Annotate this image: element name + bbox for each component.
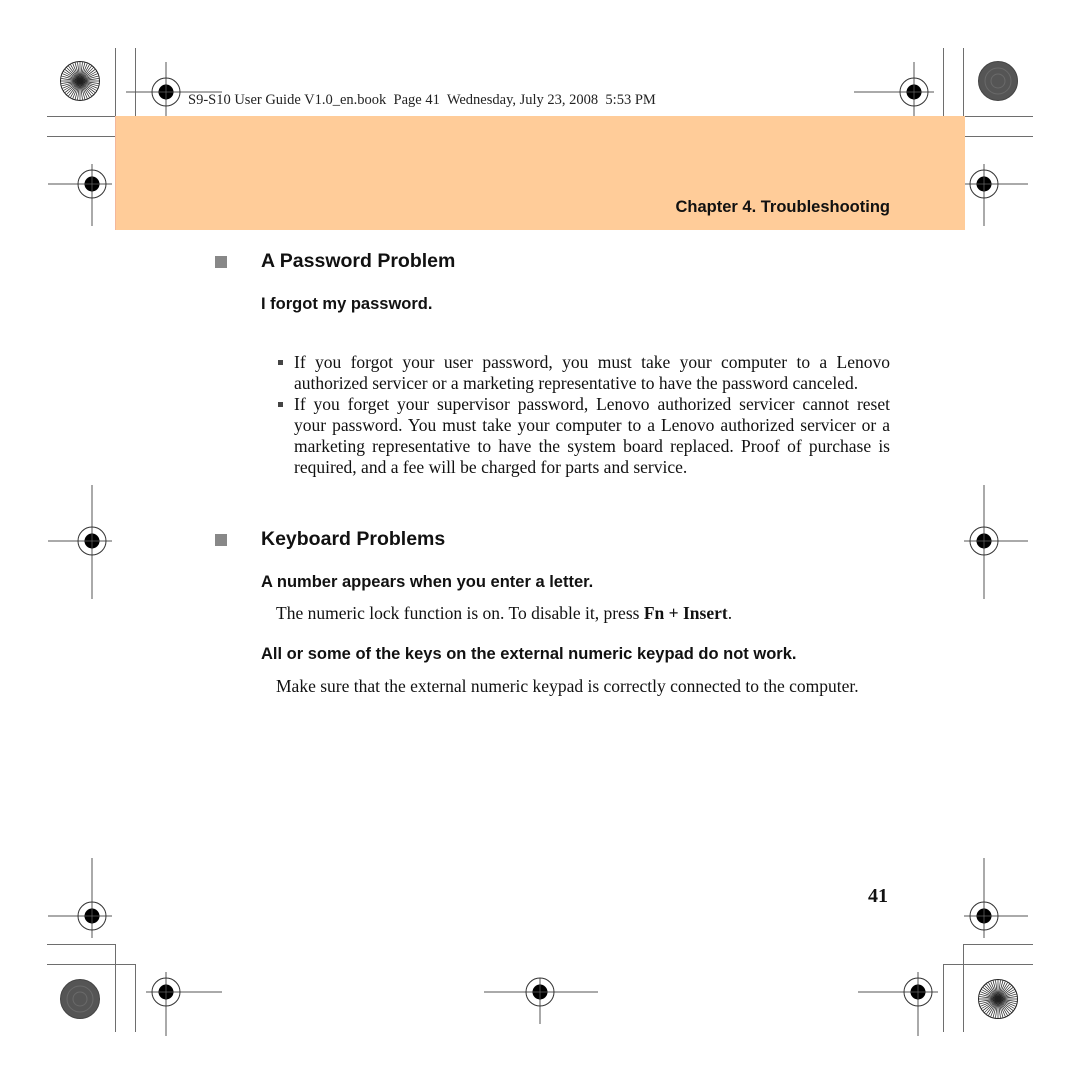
- paragraph-text: The numeric lock function is on. To disa…: [276, 603, 644, 623]
- radial-star-target-icon: [978, 979, 1018, 1019]
- list-item-text: If you forgot your user password, you mu…: [294, 352, 890, 393]
- registration-mark-icon: [484, 977, 598, 1024]
- crop-line: [115, 48, 116, 116]
- page-number: 41: [868, 885, 888, 907]
- registration-mark-icon: [854, 62, 934, 116]
- chapter-title: Chapter 4. Troubleshooting: [675, 198, 890, 216]
- list-item-text: If you forget your supervisor password, …: [294, 394, 890, 477]
- bullet-list: If you forgot your user password, you mu…: [276, 352, 890, 478]
- paragraph: The numeric lock function is on. To disa…: [276, 603, 890, 624]
- section-heading: A Password Problem: [261, 250, 456, 272]
- radial-star-target-icon: [60, 61, 100, 101]
- crop-line: [115, 944, 116, 1032]
- subsection-heading: I forgot my password.: [261, 295, 433, 313]
- crop-line: [963, 136, 1033, 137]
- section-bullet-icon: [215, 534, 227, 546]
- registration-mark-icon: [48, 485, 112, 599]
- list-item: If you forgot your user password, you mu…: [276, 352, 890, 394]
- crop-line: [47, 964, 136, 965]
- gray-disc-icon: [978, 61, 1018, 101]
- section-heading: Keyboard Problems: [261, 528, 446, 550]
- section-bullet-icon: [215, 256, 227, 268]
- subsection-heading: All or some of the keys on the external …: [261, 645, 797, 663]
- registration-mark-icon: [48, 858, 112, 938]
- registration-mark-icon: [858, 972, 938, 1036]
- paragraph: Make sure that the external numeric keyp…: [276, 676, 859, 696]
- list-item: If you forget your supervisor password, …: [276, 394, 890, 478]
- crop-line: [943, 964, 1033, 965]
- paragraph-text: .: [727, 603, 733, 623]
- gray-disc-icon: [60, 979, 100, 1019]
- square-bullet-icon: [278, 360, 283, 365]
- registration-mark-icon: [146, 972, 222, 1036]
- subsection-heading: A number appears when you enter a letter…: [261, 573, 594, 591]
- crop-line: [47, 136, 116, 137]
- key-combo: Fn + Insert: [643, 603, 728, 623]
- square-bullet-icon: [278, 402, 283, 407]
- print-slug: S9-S10 User Guide V1.0_en.book Page 41 W…: [188, 92, 656, 108]
- registration-mark-icon: [964, 485, 1028, 599]
- registration-mark-icon: [964, 858, 1028, 938]
